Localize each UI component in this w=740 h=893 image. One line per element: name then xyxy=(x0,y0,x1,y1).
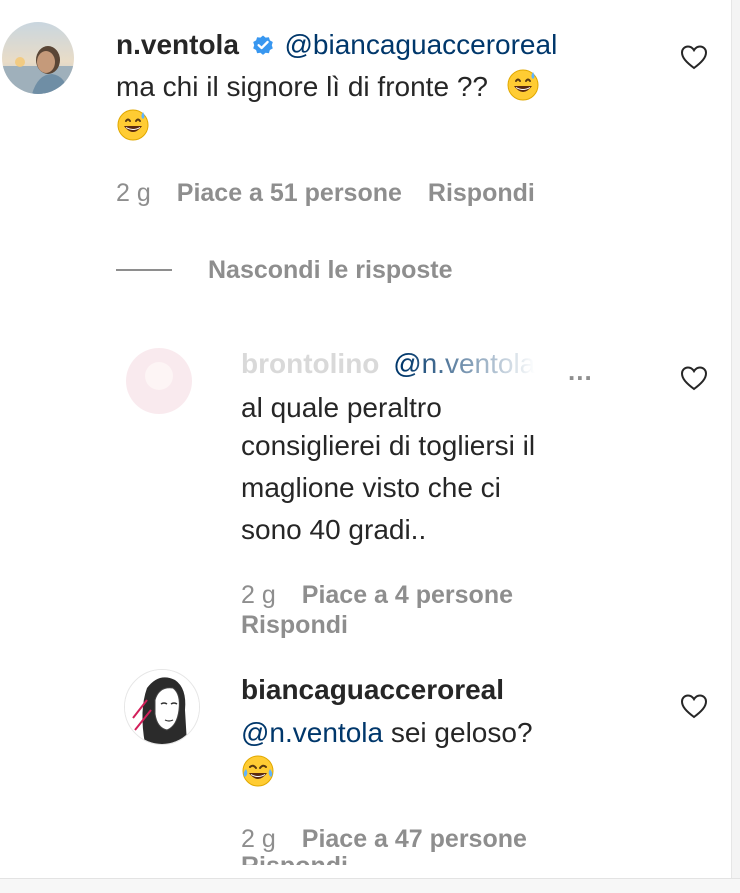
grinning-sweat-emoji xyxy=(117,109,149,141)
hide-replies-label[interactable]: Nascondi le risposte xyxy=(208,256,453,285)
reply1-text-line: consiglierei di togliersi il xyxy=(241,430,536,461)
reply2-mention[interactable]: @n.ventola xyxy=(241,717,383,748)
reply1-time: 2 g xyxy=(241,581,276,609)
reply2-username-line: biancaguacceroreal xyxy=(241,672,504,708)
heart-icon[interactable] xyxy=(680,44,708,70)
comment-time: 2 g xyxy=(116,179,151,207)
heart-icon[interactable] xyxy=(680,693,708,719)
comments-panel: n.ventola @biancaguacceroreal ma chi il … xyxy=(0,0,740,893)
grinning-sweat-emoji xyxy=(507,69,539,101)
reply1-username[interactable]: brontolino xyxy=(241,348,379,379)
reply2-meta: 2 g Piace a 47 persone xyxy=(241,824,527,854)
reply1-text-line: al quale peraltro xyxy=(241,392,442,423)
reply2-text-line: @n.ventola sei geloso? xyxy=(241,715,533,751)
avatar[interactable] xyxy=(2,22,74,94)
hide-replies-toggle[interactable]: Nascondi le risposte xyxy=(116,255,453,285)
comment-text-line: ma chi il signore lì di fronte ?? xyxy=(116,68,540,105)
more-options-icon[interactable]: ... xyxy=(568,356,593,387)
comment-likes[interactable]: Piace a 51 persone xyxy=(177,179,402,207)
reply1-header: brontolino @n.ventola xyxy=(241,346,535,382)
divider xyxy=(116,269,172,271)
reply1-meta: 2 g Piace a 4 persone xyxy=(241,580,513,610)
reply-button[interactable]: Rispondi xyxy=(428,179,535,207)
verified-badge-icon xyxy=(252,35,273,55)
comment-meta: 2 g Piace a 51 persone Rispondi xyxy=(116,178,535,208)
tears-of-joy-emoji xyxy=(242,755,274,787)
reply2-reply-button[interactable]: Rispondi xyxy=(241,851,348,865)
reply1-reply-button[interactable]: Rispondi xyxy=(241,610,348,640)
reply1-text-line: sono 40 gradi.. xyxy=(241,514,427,545)
reply2-username[interactable]: biancaguacceroreal xyxy=(241,674,504,705)
bottom-edge xyxy=(0,878,740,893)
avatar[interactable] xyxy=(126,348,192,414)
avatar[interactable] xyxy=(124,669,200,745)
reply1-text-line: maglione visto che ci xyxy=(241,472,501,503)
reply2-text: sei geloso? xyxy=(390,717,533,748)
reply1-mention[interactable]: @n.ventola xyxy=(393,348,535,379)
comment-username[interactable]: n.ventola xyxy=(116,29,239,60)
reply2-likes[interactable]: Piace a 47 persone xyxy=(302,825,527,853)
reply2-time: 2 g xyxy=(241,825,276,853)
reply2-emoji-line xyxy=(241,754,275,791)
comment-text: ma chi il signore lì di fronte ?? xyxy=(116,71,488,102)
comment-header: n.ventola @biancaguacceroreal xyxy=(116,27,557,63)
reply1-likes[interactable]: Piace a 4 persone xyxy=(302,581,513,609)
scrollbar[interactable] xyxy=(731,0,740,893)
heart-icon[interactable] xyxy=(680,365,708,391)
comment-mention[interactable]: @biancaguacceroreal xyxy=(284,29,557,60)
comment-text-line-2 xyxy=(116,108,150,145)
